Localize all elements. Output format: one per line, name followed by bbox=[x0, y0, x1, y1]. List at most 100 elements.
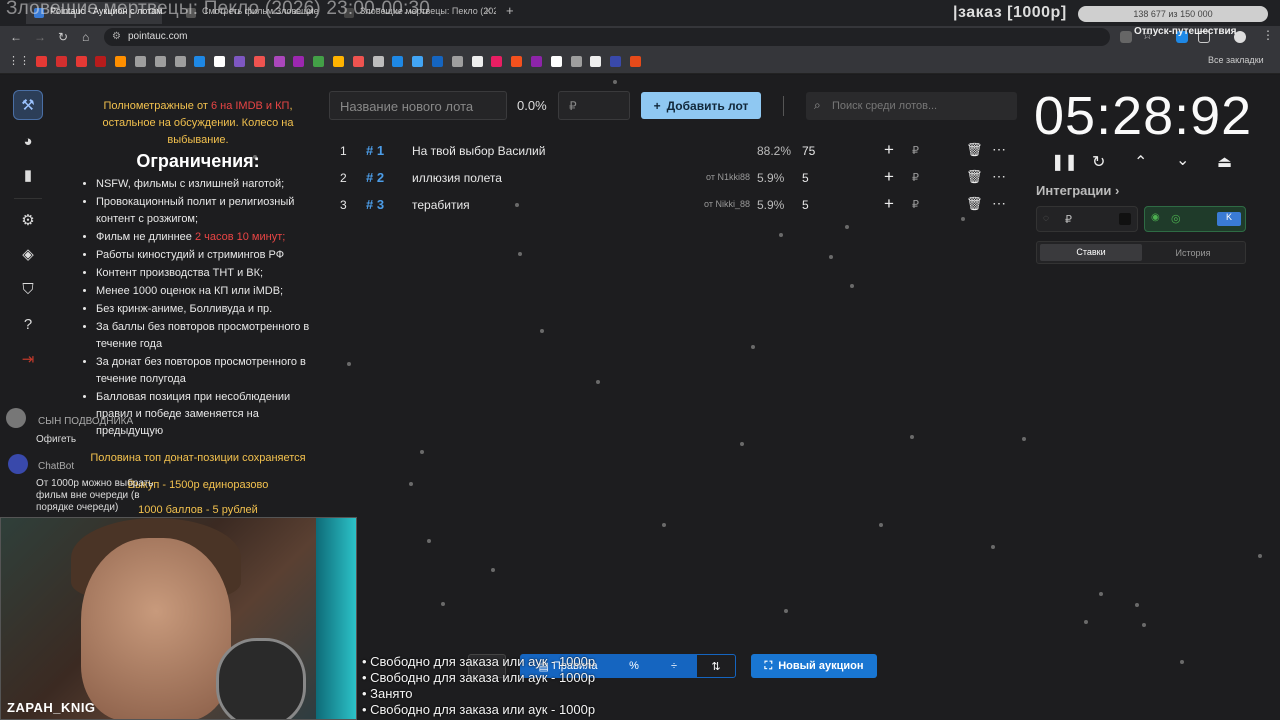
bookmark-icon[interactable] bbox=[550, 56, 562, 67]
lot-index: 2 bbox=[340, 171, 347, 185]
bookmark-icon[interactable] bbox=[154, 56, 166, 67]
order-slot: • Свободно для заказа или аук - 1000р bbox=[362, 702, 596, 717]
more-options-icon[interactable]: ⋯ bbox=[992, 168, 1007, 185]
reload-icon[interactable]: ↻ bbox=[58, 30, 68, 44]
layers-icon[interactable]: ◈ bbox=[13, 239, 43, 269]
bookmark-icon[interactable] bbox=[174, 56, 186, 67]
status-dot-icon: ◌ bbox=[1043, 213, 1049, 224]
bookmark-icon[interactable] bbox=[511, 56, 523, 67]
lot-row[interactable]: 2 # 2 иллюзия полета от N1kki88 5.9% 5 +… bbox=[330, 165, 1020, 191]
bookmark-icon[interactable] bbox=[55, 56, 67, 67]
add-amount-icon[interactable]: + bbox=[884, 140, 894, 160]
delete-lot-icon[interactable]: 🗑 bbox=[966, 169, 983, 185]
lot-amount[interactable]: 5 bbox=[802, 198, 809, 212]
add-amount-icon[interactable]: + bbox=[884, 194, 894, 214]
lot-amount[interactable]: 75 bbox=[802, 144, 815, 158]
bookmark-icon[interactable] bbox=[95, 56, 107, 67]
bookmark-icon[interactable] bbox=[570, 56, 582, 67]
delete-lot-icon[interactable]: 🗑 bbox=[966, 142, 983, 158]
ruble-icon[interactable]: ₽ bbox=[912, 198, 919, 211]
bookmark-icon[interactable] bbox=[333, 56, 344, 67]
bookmark-icon[interactable] bbox=[451, 56, 463, 67]
bookmark-icon[interactable] bbox=[412, 56, 424, 67]
home-icon[interactable]: ⌂ bbox=[82, 30, 89, 44]
rules-list: NSFW, фильмы с излишней наготой; Провока… bbox=[80, 176, 316, 440]
rules-footer-donation: Половина топ донат-позиции сохраняется bbox=[90, 452, 306, 464]
help-icon[interactable]: ? bbox=[13, 309, 43, 339]
rules-intro: Полнометражные от 6 на IMDB и КП, осталь… bbox=[80, 98, 316, 149]
split-toggle[interactable]: ÷ bbox=[652, 654, 696, 678]
bookmark-icon[interactable] bbox=[392, 56, 404, 67]
integration-donation-toggle[interactable]: ◌ ₽ bbox=[1036, 206, 1138, 232]
bookmark-icon[interactable] bbox=[135, 56, 146, 67]
bookmark-icon[interactable] bbox=[234, 56, 245, 67]
bookmark-icon[interactable] bbox=[432, 56, 443, 67]
bookmark-icon[interactable] bbox=[115, 56, 127, 67]
integration-twitch-toggle[interactable]: ◉ ◎ K bbox=[1144, 206, 1246, 232]
ruble-icon[interactable]: ₽ bbox=[912, 144, 919, 157]
lot-name[interactable]: терабития bbox=[412, 198, 470, 212]
address-bar[interactable]: ⚙ pointauc.com bbox=[104, 28, 1110, 46]
close-tab-icon[interactable]: ✕ bbox=[484, 6, 492, 17]
bookmark-icon[interactable] bbox=[352, 56, 364, 67]
logout-icon[interactable]: ⇥ bbox=[13, 344, 43, 374]
bookmark-icon[interactable] bbox=[531, 56, 542, 67]
chat-message: Офигеть bbox=[36, 434, 77, 445]
lot-name[interactable]: иллюзия полета bbox=[412, 171, 502, 185]
add-lot-label: Добавить лот bbox=[666, 98, 749, 113]
bookmark-icon[interactable] bbox=[194, 56, 206, 67]
forward-icon[interactable]: → bbox=[34, 30, 46, 44]
bookmark-icon[interactable] bbox=[273, 56, 285, 67]
sort-toggle[interactable]: ⇅ bbox=[696, 654, 736, 678]
bookmark-icon[interactable] bbox=[36, 56, 47, 67]
double-time-icon[interactable]: ⏏ bbox=[1217, 152, 1232, 172]
ruble-icon[interactable]: ₽ bbox=[912, 171, 919, 184]
shield-icon[interactable]: ⛉ bbox=[13, 274, 43, 304]
new-tab-icon[interactable]: + bbox=[506, 3, 514, 18]
wheel-icon[interactable]: ◕ bbox=[13, 126, 43, 156]
add-lot-button[interactable]: + Добавить лот bbox=[641, 92, 761, 119]
site-info-icon[interactable]: ⚙ bbox=[112, 31, 121, 42]
bookmark-icon[interactable] bbox=[214, 56, 226, 67]
auction-hammer-icon[interactable]: ⚒ bbox=[13, 90, 43, 120]
bookmark-icon[interactable] bbox=[75, 56, 87, 67]
bookmark-icon[interactable] bbox=[471, 56, 483, 67]
settings-gear-icon[interactable]: ⚙ bbox=[13, 205, 43, 235]
lot-row[interactable]: 3 # 3 терабития от Nikki_88 5.9% 5 + ₽ 🗑… bbox=[330, 192, 1020, 218]
integrations-link[interactable]: Интеграции › bbox=[1036, 183, 1119, 198]
browser-menu-icon[interactable]: ⋮ bbox=[1262, 28, 1274, 42]
search-lots-input[interactable]: ⌕ Поиск среди лотов... bbox=[806, 92, 1017, 120]
bookmark-icon[interactable] bbox=[590, 56, 602, 67]
bookmark-icon[interactable] bbox=[610, 56, 622, 67]
order-overlay: |заказ [1000р] bbox=[953, 4, 1067, 21]
new-lot-name-input[interactable]: Название нового лота bbox=[329, 91, 507, 120]
reset-timer-icon[interactable]: ↻ bbox=[1092, 152, 1105, 172]
new-auction-button[interactable]: ⛶ Новый аукцион bbox=[751, 654, 877, 678]
lot-amount[interactable]: 5 bbox=[802, 171, 809, 185]
subtract-time-icon[interactable]: ⌄ bbox=[1176, 150, 1189, 170]
bookmark-icon[interactable] bbox=[491, 56, 503, 67]
bookmark-icon[interactable] bbox=[313, 56, 325, 67]
lot-row[interactable]: 1 # 1 На твой выбор Василий 88.2% 75 + ₽… bbox=[330, 138, 1020, 164]
delete-lot-icon[interactable]: 🗑 bbox=[966, 196, 983, 212]
bookmark-icon[interactable] bbox=[253, 56, 265, 67]
add-amount-icon[interactable]: + bbox=[884, 167, 894, 187]
percent-toggle[interactable]: % bbox=[616, 654, 652, 678]
back-icon[interactable]: ← bbox=[10, 30, 22, 44]
all-bookmarks[interactable]: Все закладки bbox=[1208, 55, 1264, 65]
lot-name[interactable]: На твой выбор Василий bbox=[412, 144, 545, 158]
translate-icon[interactable] bbox=[1120, 31, 1132, 43]
new-lot-amount-input[interactable]: ₽ bbox=[558, 91, 630, 120]
more-options-icon[interactable]: ⋯ bbox=[992, 195, 1007, 212]
tab-bids[interactable]: Ставки bbox=[1040, 244, 1142, 261]
apps-grid-icon[interactable]: ⋮⋮ bbox=[8, 54, 30, 67]
more-options-icon[interactable]: ⋯ bbox=[992, 141, 1007, 158]
bookmark-icon[interactable] bbox=[372, 56, 384, 67]
bookmark-icon[interactable] bbox=[630, 56, 641, 67]
rule-item: За донат без повторов просмотренного в т… bbox=[96, 354, 316, 388]
stats-chart-icon[interactable]: ▮ bbox=[13, 160, 43, 190]
pause-icon[interactable]: ❚❚ bbox=[1051, 152, 1078, 172]
bookmark-icon[interactable] bbox=[293, 56, 305, 67]
add-time-icon[interactable]: ⌃ bbox=[1134, 152, 1147, 172]
tab-history[interactable]: История bbox=[1142, 243, 1244, 264]
